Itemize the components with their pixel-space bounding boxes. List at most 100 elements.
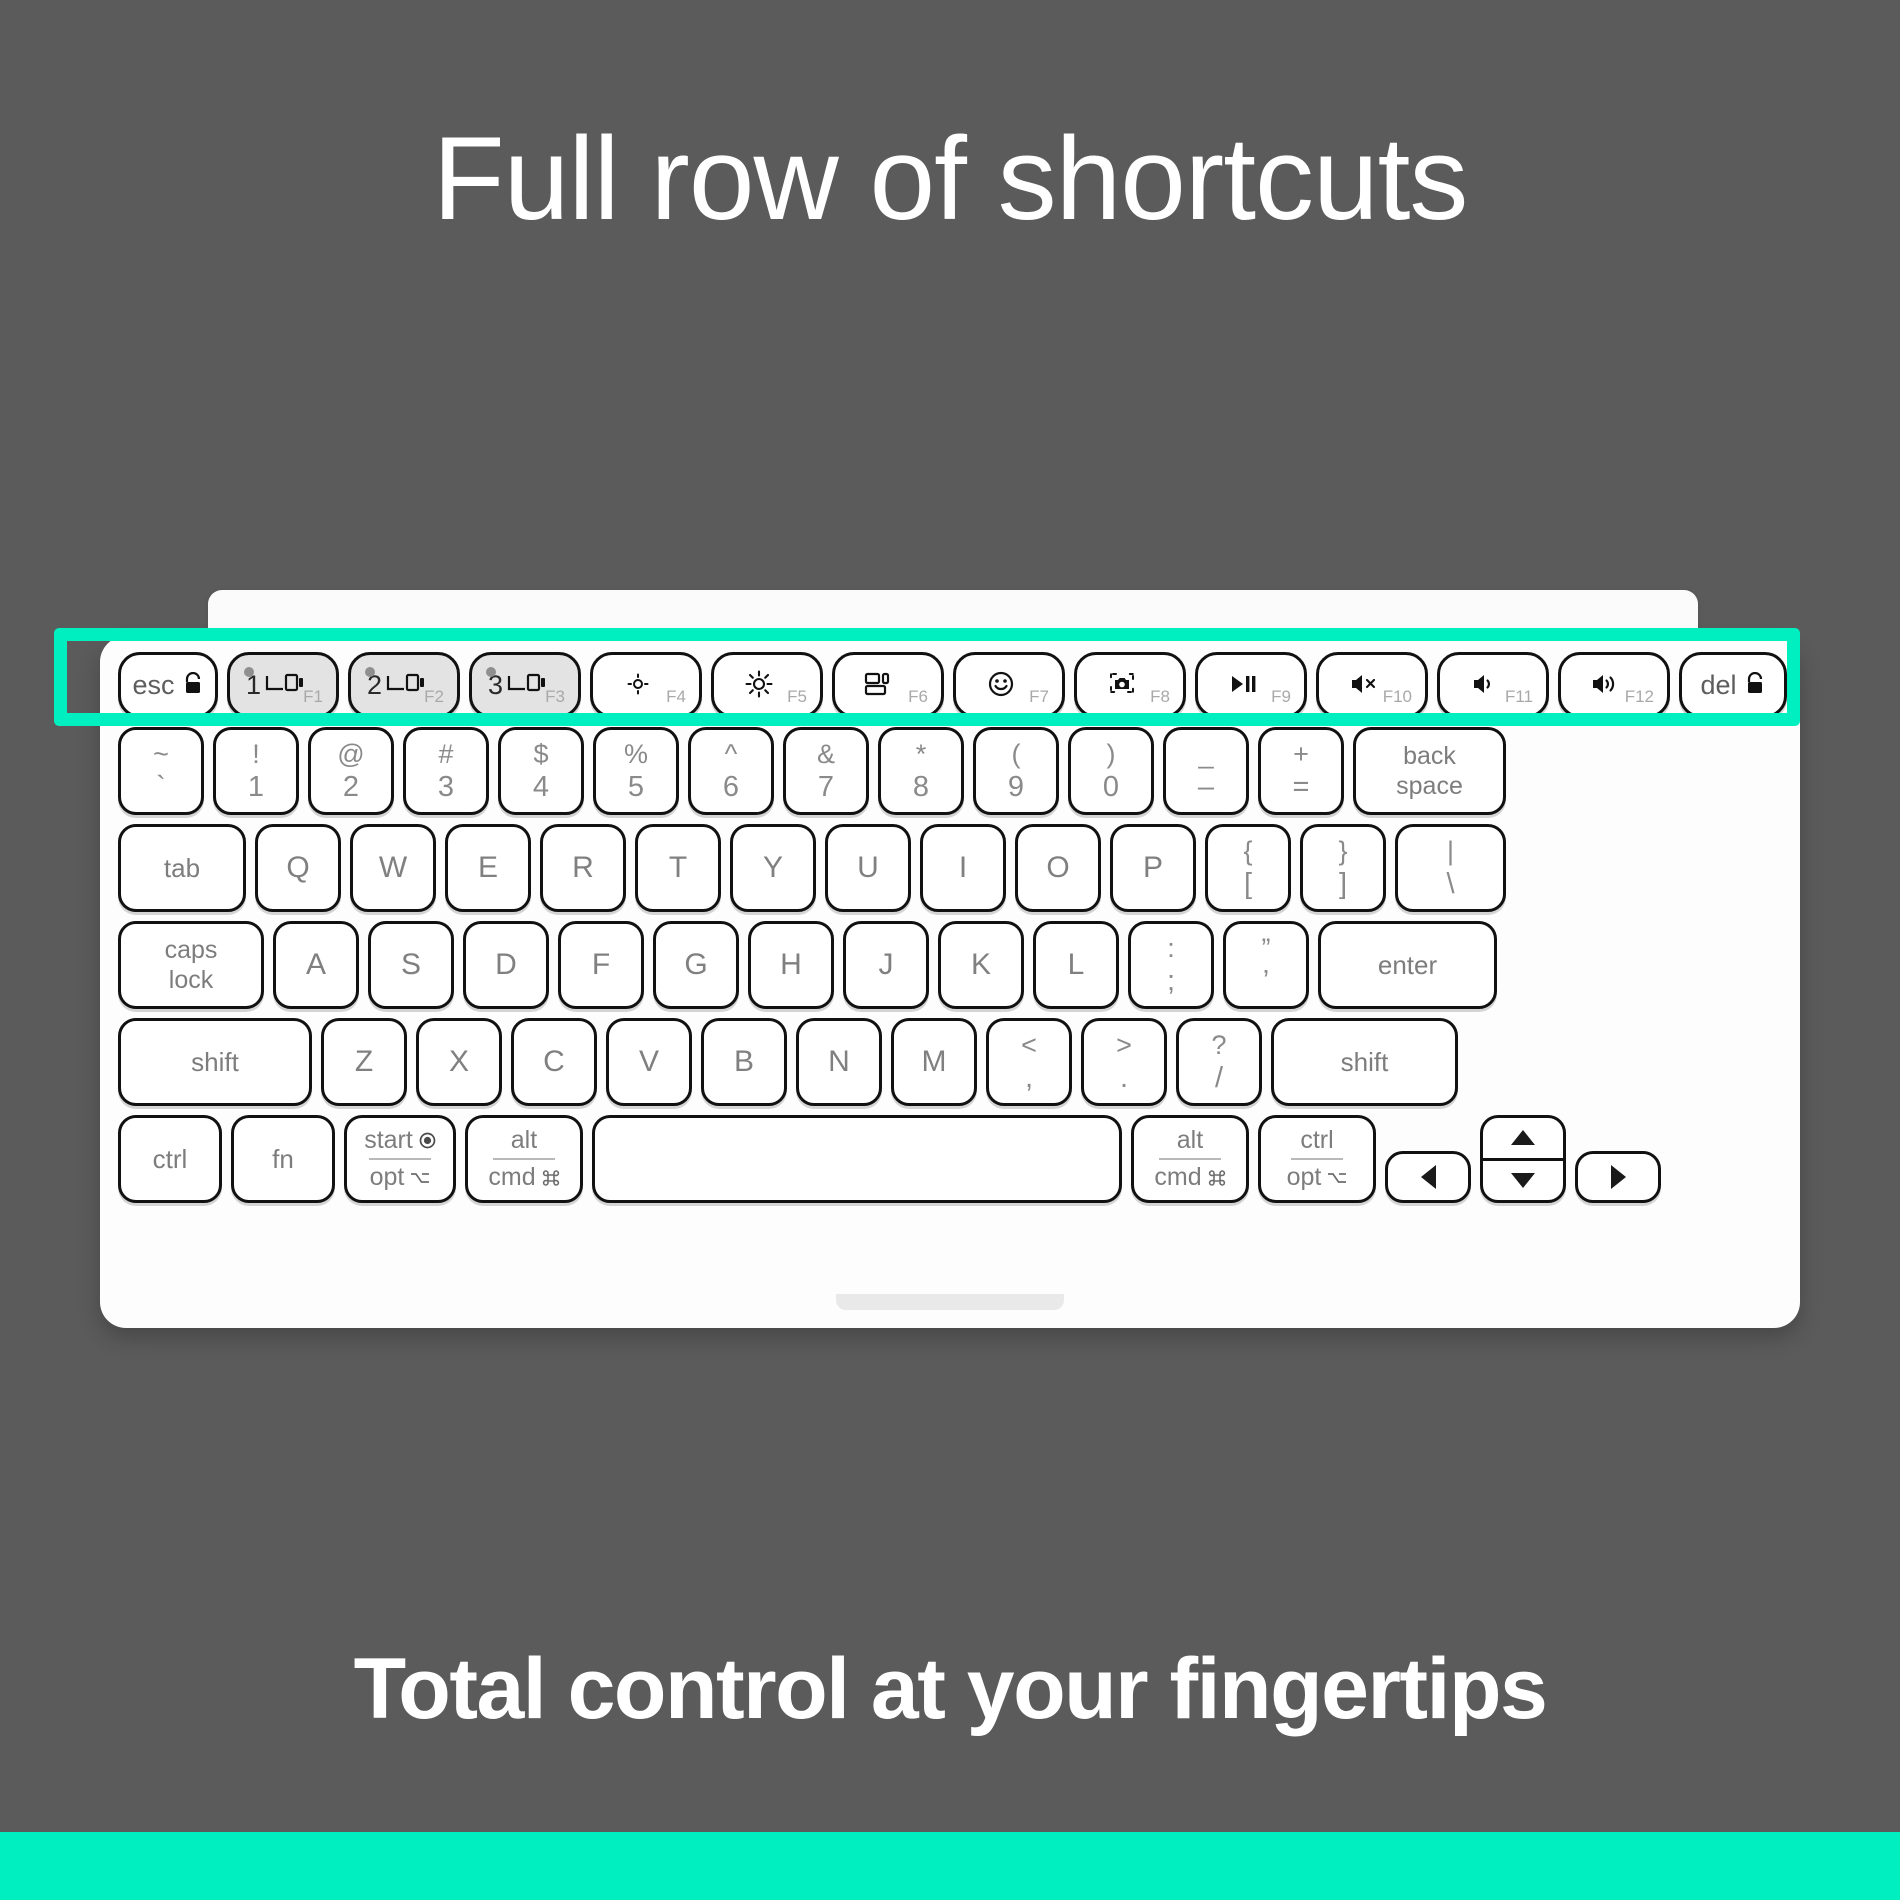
key-play-pause[interactable]: F9	[1195, 652, 1307, 718]
key-t[interactable]: T	[635, 824, 721, 912]
key-r[interactable]: R	[540, 824, 626, 912]
key-8[interactable]: * 8	[878, 727, 964, 815]
key-ctrl-left[interactable]: ctrl	[118, 1115, 222, 1203]
key-legend-top: |	[1446, 835, 1454, 866]
key-start-label: start	[364, 1126, 413, 1154]
key-easy-switch-1[interactable]: 1 F1	[227, 652, 339, 718]
key-comma[interactable]: <,	[986, 1018, 1072, 1106]
option-icon	[1327, 1171, 1347, 1185]
key-bracket-right[interactable]: }]	[1300, 824, 1386, 912]
key-b[interactable]: B	[701, 1018, 787, 1106]
key-legend-top: )	[1106, 738, 1116, 769]
key-l[interactable]: L	[1033, 921, 1119, 1009]
key-semicolon[interactable]: :;	[1128, 921, 1214, 1009]
key-7[interactable]: & 7	[783, 727, 869, 815]
key-letter: I	[958, 851, 968, 884]
key-f[interactable]: F	[558, 921, 644, 1009]
key-f6-label: F6	[908, 687, 928, 706]
key-space[interactable]	[592, 1115, 1122, 1203]
key-v[interactable]: V	[606, 1018, 692, 1106]
key-arrow-down[interactable]	[1483, 1161, 1563, 1201]
key-1[interactable]: ! 1	[213, 727, 299, 815]
key-quote[interactable]: ”’	[1223, 921, 1309, 1009]
key-3[interactable]: #3	[403, 727, 489, 815]
key-arrow-left[interactable]	[1385, 1151, 1471, 1203]
key-j[interactable]: J	[843, 921, 929, 1009]
key-shift-left[interactable]: shift	[118, 1018, 312, 1106]
key-9[interactable]: (9	[973, 727, 1059, 815]
key-g[interactable]: G	[653, 921, 739, 1009]
key-emoji[interactable]: F7	[953, 652, 1065, 718]
key-screenshot[interactable]: F8	[1074, 652, 1186, 718]
key-2[interactable]: @2	[308, 727, 394, 815]
key-task-view[interactable]: F6	[832, 652, 944, 718]
key-0[interactable]: ) 0	[1068, 727, 1154, 815]
key-arrow-up-down[interactable]	[1480, 1115, 1566, 1203]
key-e[interactable]: E	[445, 824, 531, 912]
key-legend-top: ”	[1261, 932, 1271, 963]
key-letter: Y	[762, 851, 783, 884]
key-volume-up[interactable]: F12	[1558, 652, 1670, 718]
key-caps-lock[interactable]: caps lock	[118, 921, 264, 1009]
key-d[interactable]: D	[463, 921, 549, 1009]
key-legend-bottom: `	[156, 770, 166, 803]
key-del[interactable]: del	[1679, 652, 1787, 718]
key-caps-line2: lock	[168, 966, 214, 994]
volume-up-icon	[1590, 672, 1622, 696]
key-minus[interactable]: _ –	[1163, 727, 1249, 815]
key-x[interactable]: X	[416, 1018, 502, 1106]
key-u[interactable]: U	[825, 824, 911, 912]
key-5[interactable]: % 5	[593, 727, 679, 815]
key-s[interactable]: S	[368, 921, 454, 1009]
key-bracket-left[interactable]: {[	[1205, 824, 1291, 912]
key-enter[interactable]: enter	[1318, 921, 1497, 1009]
key-volume-down[interactable]: F11	[1437, 652, 1549, 718]
key-del-label: del	[1700, 669, 1737, 700]
key-c[interactable]: C	[511, 1018, 597, 1106]
key-k[interactable]: K	[938, 921, 1024, 1009]
key-tab[interactable]: tab	[118, 824, 246, 912]
key-a[interactable]: A	[273, 921, 359, 1009]
key-equals[interactable]: + =	[1258, 727, 1344, 815]
key-alt-cmd-left[interactable]: alt cmd	[465, 1115, 583, 1203]
key-period[interactable]: >.	[1081, 1018, 1167, 1106]
key-arrow-up[interactable]	[1483, 1118, 1563, 1161]
key-slash[interactable]: ? /	[1176, 1018, 1262, 1106]
key-easy-switch-3[interactable]: 3 F3	[469, 652, 581, 718]
key-brightness-up[interactable]: F5	[711, 652, 823, 718]
key-backspace[interactable]: back space	[1353, 727, 1506, 815]
key-arrow-right[interactable]	[1575, 1151, 1661, 1203]
key-q[interactable]: Q	[255, 824, 341, 912]
key-h[interactable]: H	[748, 921, 834, 1009]
key-legend-bottom: 1	[247, 770, 265, 803]
key-w[interactable]: W	[350, 824, 436, 912]
key-backtick[interactable]: ~ `	[118, 727, 204, 815]
key-fn[interactable]: fn	[231, 1115, 335, 1203]
key-esc[interactable]: esc	[118, 652, 218, 718]
key-y[interactable]: Y	[730, 824, 816, 912]
key-easy-switch-2[interactable]: 2 F2	[348, 652, 460, 718]
key-4[interactable]: $4	[498, 727, 584, 815]
key-legend-top: (	[1011, 738, 1021, 769]
key-mute[interactable]: F10	[1316, 652, 1428, 718]
key-o[interactable]: O	[1015, 824, 1101, 912]
emoji-smiley-icon	[987, 670, 1015, 698]
key-m[interactable]: M	[891, 1018, 977, 1106]
key-shift-right[interactable]: shift	[1271, 1018, 1458, 1106]
key-start-opt[interactable]: start opt	[344, 1115, 456, 1203]
key-f3-label: F3	[545, 687, 565, 706]
key-legend-bottom: [	[1243, 867, 1253, 900]
key-alt-cmd-right[interactable]: alt cmd	[1131, 1115, 1249, 1203]
key-brightness-down[interactable]: F4	[590, 652, 702, 718]
key-p[interactable]: P	[1110, 824, 1196, 912]
key-i[interactable]: I	[920, 824, 1006, 912]
key-z[interactable]: Z	[321, 1018, 407, 1106]
key-backspace-line2: space	[1396, 772, 1463, 800]
key-legend-bottom: 0	[1102, 770, 1120, 803]
key-6[interactable]: ^ 6	[688, 727, 774, 815]
key-legend-top: !	[252, 738, 260, 769]
left-arrow-icon	[1420, 1165, 1436, 1189]
key-backslash[interactable]: | \	[1395, 824, 1506, 912]
key-ctrl-opt-right[interactable]: ctrl opt	[1258, 1115, 1376, 1203]
key-n[interactable]: N	[796, 1018, 882, 1106]
